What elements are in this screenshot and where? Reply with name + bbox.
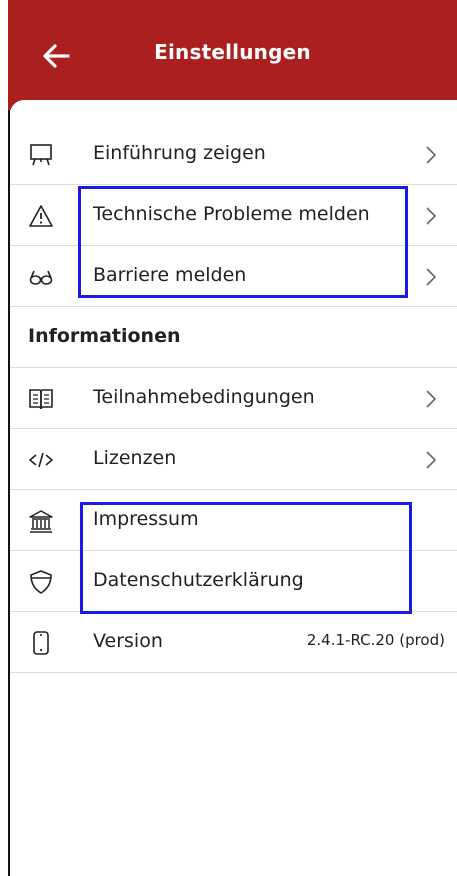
chevron-right-icon (426, 268, 437, 286)
app-bar: Einstellungen (8, 0, 457, 110)
settings-item-label: Teilnahmebedingungen (93, 386, 315, 408)
code-icon (29, 452, 53, 468)
version-value: 2.4.1-RC.20 (prod) (306, 631, 445, 649)
warning-triangle-icon (29, 205, 53, 227)
settings-item-label: Version (93, 630, 163, 652)
settings-item-intro[interactable]: Einführung zeigen (10, 124, 457, 185)
chevron-right-icon (426, 390, 437, 408)
shield-icon (30, 570, 52, 594)
presentation-icon (30, 144, 52, 166)
highlight-box-report-items (78, 186, 408, 298)
highlight-box-legal-items (80, 502, 412, 614)
page-title: Einstellungen (154, 40, 311, 64)
settings-item-licenses[interactable]: Lizenzen (10, 429, 457, 490)
settings-item-label: Einführung zeigen (93, 142, 266, 164)
settings-item-version: Version 2.4.1-RC.20 (prod) (10, 612, 457, 673)
book-icon (29, 389, 53, 410)
chevron-right-icon (426, 207, 437, 225)
glasses-icon (29, 270, 53, 285)
building-icon (29, 510, 53, 533)
settings-item-terms[interactable]: Teilnahmebedingungen (10, 368, 457, 429)
chevron-right-icon (426, 146, 437, 164)
settings-item-label: Lizenzen (93, 447, 177, 469)
smartphone-icon (33, 631, 49, 655)
chevron-right-icon (426, 451, 437, 469)
section-header-informationen: Informationen (10, 307, 457, 368)
section-heading: Informationen (28, 325, 181, 347)
